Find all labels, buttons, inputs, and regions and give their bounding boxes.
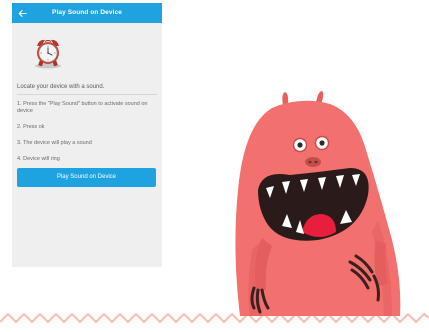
monster — [235, 91, 401, 316]
monster-illustration — [0, 91, 429, 324]
page: Play Sound on Device Locate your device … — [0, 0, 429, 332]
